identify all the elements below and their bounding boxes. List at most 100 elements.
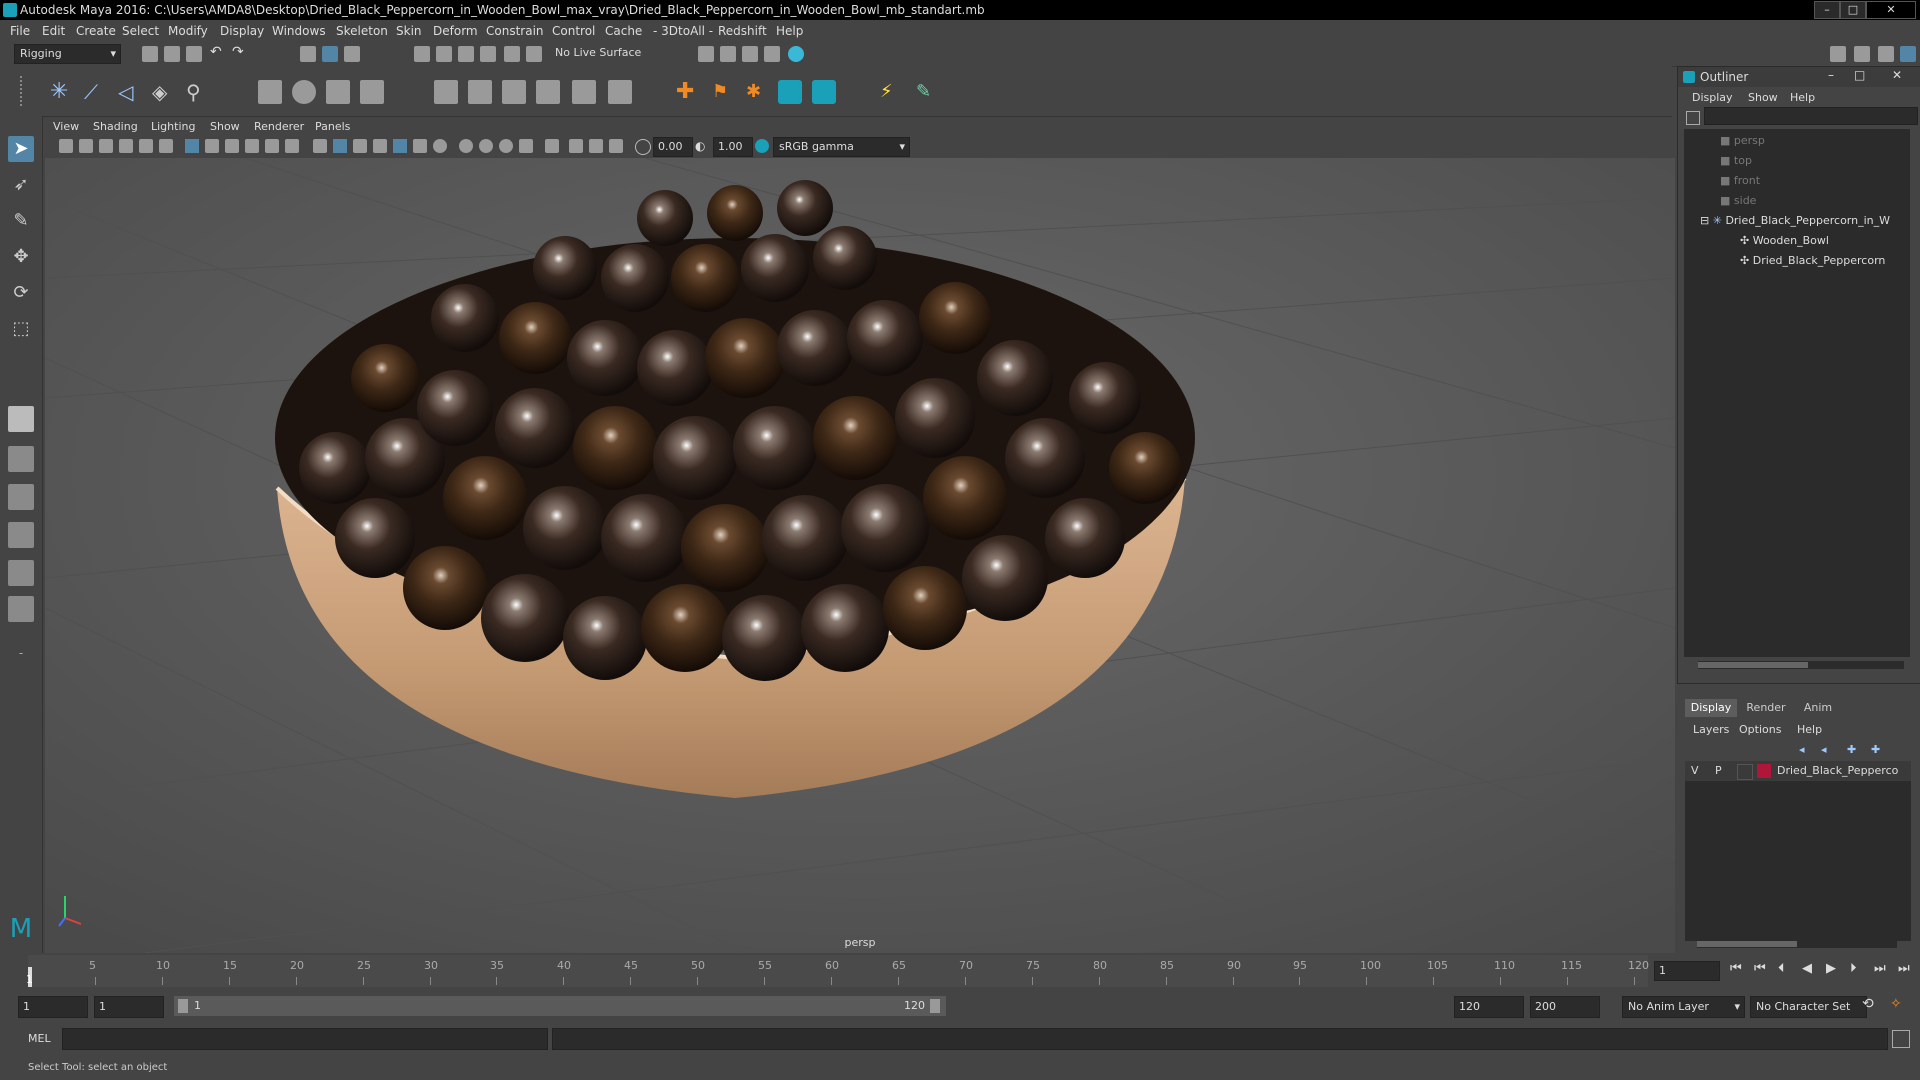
animation-end-field[interactable]: 200 <box>1530 996 1600 1018</box>
2d-pan-zoom-icon[interactable] <box>139 139 153 153</box>
gamma-field[interactable]: 1.00 <box>713 137 753 157</box>
move-tool-icon[interactable]: ✥ <box>8 244 34 270</box>
character-set-dropdown[interactable]: No Character Set <box>1750 996 1867 1018</box>
play-forwards-icon[interactable]: ▶ <box>1826 961 1836 976</box>
range-start-handle[interactable] <box>178 999 188 1013</box>
menu-set-dropdown[interactable]: Rigging ▾ <box>14 44 121 64</box>
film-gate-icon[interactable] <box>205 139 219 153</box>
create-blendshape-icon[interactable]: ⚡ <box>880 80 904 104</box>
menu-deform[interactable]: Deform <box>433 24 478 38</box>
single-perspective-layout-icon[interactable] <box>8 406 34 432</box>
outliner-minimize-button[interactable]: – <box>1828 68 1834 82</box>
viewport-panel[interactable]: View Shading Lighting Show Renderer Pane… <box>45 118 1675 953</box>
undo-icon[interactable]: ↶ <box>210 44 226 60</box>
render-current-icon[interactable] <box>698 46 714 62</box>
select-component-icon[interactable] <box>344 46 360 62</box>
vp-menu-view[interactable]: View <box>53 120 79 133</box>
animation-preferences-icon[interactable]: ✧ <box>1890 996 1902 1012</box>
wireframe-icon[interactable] <box>313 139 327 153</box>
step-back-frame-icon[interactable]: ⏴ <box>1778 961 1785 976</box>
script-editor-icon[interactable] <box>1892 1030 1910 1048</box>
menu-help[interactable]: Help <box>776 24 803 38</box>
scrollbar-thumb[interactable] <box>1697 941 1797 947</box>
four-view-layout-icon[interactable] <box>8 446 34 472</box>
outliner-search-input[interactable] <box>1704 107 1918 125</box>
camera-select-icon[interactable] <box>59 139 73 153</box>
outliner-item-group[interactable]: ⊟ ✳ Dried_Black_Peppercorn_in_W <box>1700 214 1890 227</box>
redo-icon[interactable]: ↷ <box>232 44 248 60</box>
animation-start-field[interactable]: 1 <box>18 996 88 1018</box>
outliner-menu-show[interactable]: Show <box>1748 91 1778 104</box>
time-ruler[interactable]: 5 10 15 20 25 30 35 40 45 50 55 60 65 70 75 80 85 90 95 100… <box>28 955 1649 987</box>
grid-toggle-icon[interactable] <box>185 139 199 153</box>
collapse-icon[interactable]: ⊟ <box>1700 214 1709 227</box>
ik-spline-icon[interactable]: ◁ <box>118 80 142 104</box>
tab-render[interactable]: Render <box>1741 699 1791 717</box>
play-backwards-icon[interactable]: ◀ <box>1802 961 1812 976</box>
gamma-icon[interactable]: ◐ <box>695 139 709 153</box>
command-input[interactable] <box>62 1028 548 1050</box>
persp-graph-layout-icon[interactable] <box>8 522 34 548</box>
field-chart-icon[interactable] <box>265 139 279 153</box>
use-all-lights-icon[interactable] <box>413 139 427 153</box>
lasso-tool-icon[interactable]: ➶ <box>8 172 34 198</box>
joint-tool-icon[interactable]: ✳ <box>50 80 74 104</box>
color-space-dropdown[interactable]: sRGB gamma ▾ <box>773 137 910 157</box>
select-object-icon[interactable] <box>322 46 338 62</box>
go-to-start-icon[interactable]: ⏮ <box>1730 961 1742 976</box>
lattice-icon[interactable] <box>326 80 350 104</box>
range-bar[interactable]: 1 120 <box>174 996 946 1016</box>
outliner-close-button[interactable]: ✕ <box>1892 68 1902 82</box>
layer-color-swatch[interactable] <box>1757 764 1771 778</box>
render-settings-icon[interactable] <box>742 46 758 62</box>
snap-view-icon[interactable] <box>480 46 496 62</box>
layers-menu-options[interactable]: Options <box>1739 723 1781 736</box>
playback-start-field[interactable]: 1 <box>94 996 164 1018</box>
locator-icon[interactable]: ✚ <box>676 80 700 104</box>
menu-select[interactable]: Select <box>122 24 159 38</box>
new-layer-icon[interactable]: ✚ <box>1847 743 1863 759</box>
pole-vector-icon[interactable] <box>608 80 632 104</box>
safe-action-icon[interactable] <box>285 139 299 153</box>
ik-handle-icon[interactable]: ⟋ <box>84 80 108 104</box>
outliner-item-persp[interactable]: ■ persp <box>1720 134 1765 147</box>
scrollbar-thumb[interactable] <box>1698 662 1808 668</box>
menu-redshift[interactable]: Redshift <box>718 24 767 38</box>
snap-grid-icon[interactable] <box>414 46 430 62</box>
outliner-h-scrollbar[interactable] <box>1698 661 1904 669</box>
menu-constrain[interactable]: Constrain <box>486 24 544 38</box>
hypershade-layout-icon[interactable] <box>8 560 34 586</box>
default-material-icon[interactable] <box>353 139 367 153</box>
vp-menu-renderer[interactable]: Renderer <box>254 120 304 133</box>
outliner-menu-help[interactable]: Help <box>1790 91 1815 104</box>
new-layer-selected-icon[interactable]: ✚ <box>1871 743 1887 759</box>
skeleton-generator-icon[interactable]: ✱ <box>746 80 770 104</box>
menu-modify[interactable]: Modify <box>168 24 208 38</box>
layer-h-scrollbar[interactable] <box>1697 940 1897 948</box>
snap-point-icon[interactable] <box>458 46 474 62</box>
go-to-end-icon[interactable]: ⏭ <box>1898 961 1910 976</box>
snap-surface-icon[interactable] <box>504 46 520 62</box>
tab-anim[interactable]: Anim <box>1793 699 1843 717</box>
humanik-icon[interactable]: ⚑ <box>712 80 736 104</box>
outliner-menu-display[interactable]: Display <box>1692 91 1733 104</box>
menu-cache[interactable]: Cache <box>605 24 642 38</box>
screen-space-ao-icon[interactable] <box>459 139 473 153</box>
move-layer-up-icon[interactable]: ◂ <box>1799 743 1815 759</box>
menu-control[interactable]: Control <box>552 24 595 38</box>
parent-constraint-icon[interactable] <box>434 80 458 104</box>
paint-weights-icon[interactable] <box>292 80 316 104</box>
layout-four-icon[interactable] <box>1854 46 1870 62</box>
close-button[interactable]: ✕ <box>1866 1 1916 19</box>
outliner-item-side[interactable]: ■ side <box>1720 194 1756 207</box>
step-back-key-icon[interactable]: ⏮ <box>1754 961 1766 976</box>
multisample-aa-icon[interactable] <box>499 139 513 153</box>
motion-blur-icon[interactable] <box>479 139 493 153</box>
insert-joint-icon[interactable]: ◈ <box>152 80 176 104</box>
current-frame-field[interactable]: 1 <box>1654 961 1720 981</box>
3d-scene[interactable]: persp <box>45 158 1675 953</box>
resolution-gate-icon[interactable] <box>225 139 239 153</box>
aim-constraint-icon[interactable] <box>572 80 596 104</box>
hik-control-icon[interactable] <box>812 80 836 104</box>
layers-menu-layers[interactable]: Layers <box>1693 723 1729 736</box>
